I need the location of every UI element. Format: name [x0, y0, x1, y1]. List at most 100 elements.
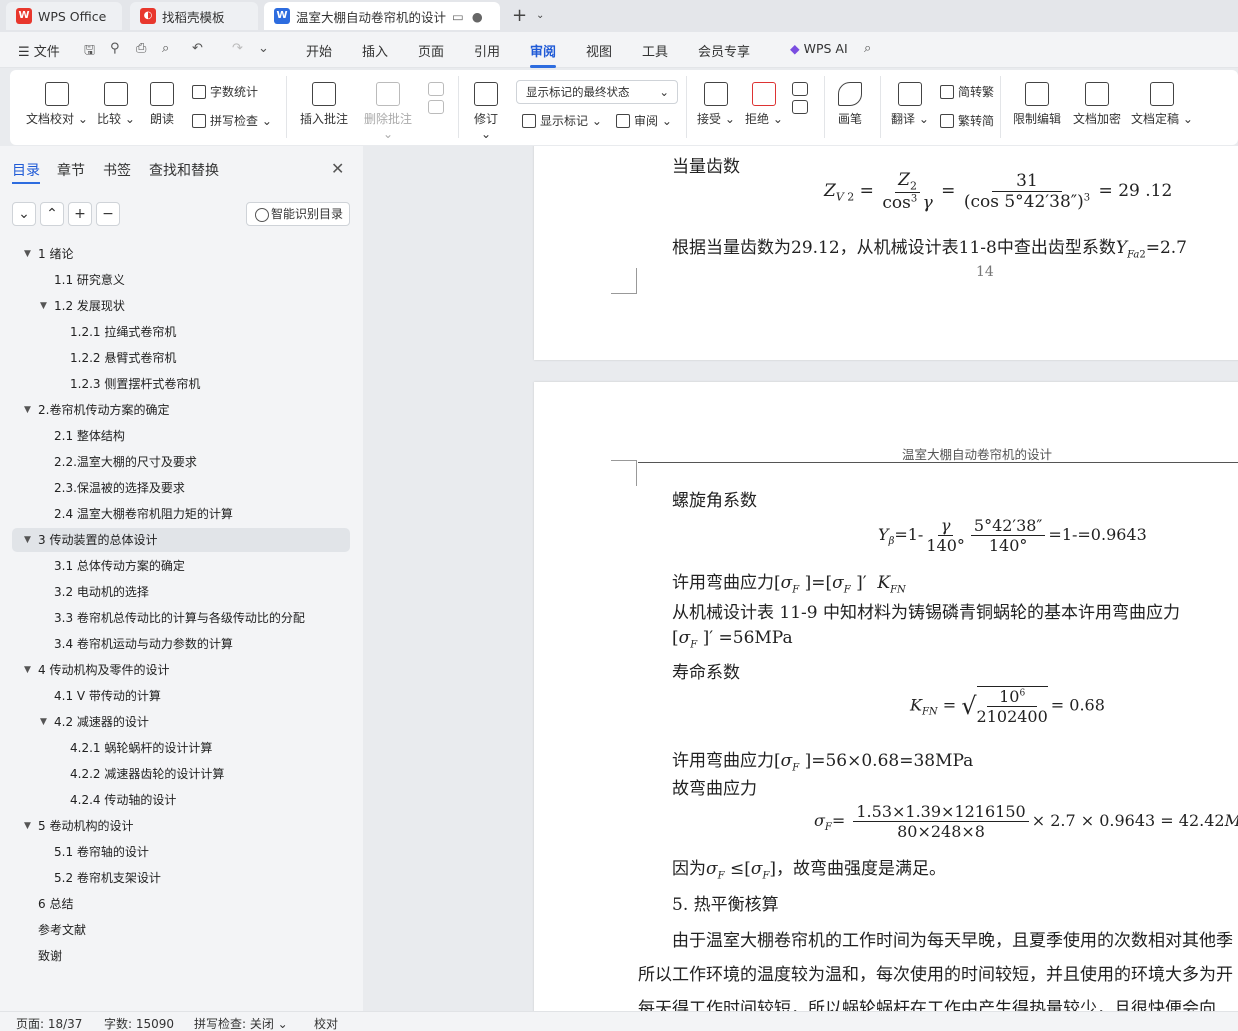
toc-item[interactable]: ▼ 4.2 减速器的设计	[12, 710, 350, 734]
expand-toggle-icon[interactable]: ▼	[40, 294, 47, 318]
toc-item[interactable]: ▼ 5 卷动机构的设计	[12, 814, 350, 838]
toc-item[interactable]: 5.1 卷帘轴的设计	[12, 840, 350, 864]
expand-toggle-icon[interactable]: ▼	[24, 814, 31, 838]
change-nav-buttons[interactable]	[788, 82, 812, 118]
toc-item[interactable]: 3.2 电动机的选择	[12, 580, 350, 604]
toc-item[interactable]: 3.3 卷帘机总传动比的计算与各级传动比的分配	[12, 606, 350, 630]
expand-toggle-icon[interactable]: ▼	[24, 528, 31, 552]
save-icon[interactable]: 🖫	[84, 41, 95, 63]
toc-item[interactable]: 参考文献	[12, 918, 350, 942]
toc-item-label: 3.2 电动机的选择	[54, 585, 149, 599]
read-aloud-button[interactable]: 朗读	[144, 82, 180, 127]
finalize-button[interactable]: 文档定稿 ⌄	[1130, 82, 1194, 127]
toc-item[interactable]: 1.2.2 悬臂式卷帘机	[12, 346, 350, 370]
close-icon[interactable]: ✕	[331, 159, 344, 178]
tab-wps-office[interactable]: W WPS Office	[6, 2, 122, 30]
wps-ai-button[interactable]: ◆ WPS AI	[790, 41, 848, 56]
revise-button[interactable]: 修订 ⌄	[468, 82, 504, 141]
pen-icon	[838, 82, 862, 106]
pen-button[interactable]: 画笔	[832, 82, 868, 127]
toc-item[interactable]: 3.1 总体传动方案的确定	[12, 554, 350, 578]
word-count[interactable]: 字数: 15090	[104, 1015, 174, 1031]
insert-comment-button[interactable]: 插入批注	[298, 82, 350, 127]
translate-button[interactable]: 翻译 ⌄	[890, 82, 930, 127]
expand-toggle-icon[interactable]: ▼	[24, 658, 31, 682]
comment-nav-buttons[interactable]	[424, 82, 448, 118]
reject-button[interactable]: 拒绝 ⌄	[744, 82, 784, 127]
menu-review[interactable]: 审阅	[530, 41, 556, 60]
toc-item[interactable]: ▼ 3 传动装置的总体设计	[12, 528, 350, 552]
toc-item[interactable]: 致谢	[12, 944, 350, 968]
compare-button[interactable]: 比较 ⌄	[96, 82, 136, 127]
add-heading-button[interactable]: +	[68, 202, 92, 226]
tab-find-replace[interactable]: 查找和替换	[149, 160, 219, 180]
spellcheck-status[interactable]: 拼写检查: 关闭 ⌄	[194, 1015, 288, 1031]
menu-tools[interactable]: 工具	[642, 41, 668, 60]
toc-item[interactable]: 2.4 温室大棚卷帘机阻力矩的计算	[12, 502, 350, 526]
file-menu[interactable]: ☰ 文件	[18, 41, 60, 60]
simp-to-trad-button[interactable]: 简转繁	[940, 83, 994, 100]
print-icon[interactable]: ⎙	[136, 41, 146, 56]
word-count-button[interactable]: 字数统计	[192, 83, 258, 100]
menu-member[interactable]: 会员专享	[698, 41, 750, 60]
tab-template[interactable]: ◐ 找稻壳模板	[130, 2, 258, 30]
search-icon[interactable]: ⌕	[864, 41, 871, 56]
undo-icon[interactable]: ↶	[192, 41, 203, 56]
tab-menu-chevron-icon[interactable]: ⌄	[536, 10, 544, 21]
toc-item[interactable]: 3.4 卷帘机运动与动力参数的计算	[12, 632, 350, 656]
show-marks-button[interactable]: 显示标记 ⌄	[522, 112, 602, 129]
window-icon[interactable]: ▭	[452, 9, 464, 24]
encrypt-button[interactable]: 文档加密	[1070, 82, 1124, 127]
delete-comment-button[interactable]: 删除批注 ⌄	[358, 82, 418, 141]
menu-home[interactable]: 开始	[306, 41, 332, 60]
toc-item[interactable]: 2.1 整体结构	[12, 424, 350, 448]
expand-toggle-icon[interactable]: ▼	[40, 710, 47, 734]
toc-item[interactable]: ▼ 1 绪论	[12, 242, 350, 266]
tab-toc[interactable]: 目录	[12, 160, 40, 180]
toc-item[interactable]: 1.2.1 拉绳式卷帘机	[12, 320, 350, 344]
print-preview-icon[interactable]: ⌕	[162, 41, 169, 56]
share-icon[interactable]: ⚲	[110, 41, 120, 56]
toc-item[interactable]: 4.2.1 蜗轮蜗杆的设计计算	[12, 736, 350, 760]
smart-toc-button[interactable]: 智能识别目录	[246, 202, 350, 226]
toc-item[interactable]: ▼ 4 传动机构及零件的设计	[12, 658, 350, 682]
expand-toggle-icon[interactable]: ▼	[24, 242, 31, 266]
review-pane-button[interactable]: 审阅 ⌄	[616, 112, 672, 129]
toc-item[interactable]: 5.2 卷帘机支架设计	[12, 866, 350, 890]
proofread-button[interactable]: 文档校对 ⌄	[26, 82, 88, 127]
toc-item[interactable]: 4.2.2 减速器齿轮的设计计算	[12, 762, 350, 786]
expand-up-button[interactable]: ⌃	[40, 202, 64, 226]
proof-status[interactable]: 校对	[314, 1015, 338, 1031]
expand-toggle-icon[interactable]: ▼	[24, 398, 31, 422]
menu-insert[interactable]: 插入	[362, 41, 388, 60]
label: 接受	[697, 112, 722, 126]
page-indicator[interactable]: 页面: 18/37	[16, 1015, 82, 1031]
trad-to-simp-button[interactable]: 繁转简	[940, 112, 994, 129]
tab-sections[interactable]: 章节	[57, 160, 85, 180]
collapse-all-button[interactable]: ⌄	[12, 202, 36, 226]
toc-item[interactable]: 2.3.保温被的选择及要求	[12, 476, 350, 500]
toc-item[interactable]: 4.2.4 传动轴的设计	[12, 788, 350, 812]
restrict-edit-button[interactable]: 限制编辑	[1010, 82, 1064, 127]
menu-view[interactable]: 视图	[586, 41, 612, 60]
menu-references[interactable]: 引用	[474, 41, 500, 60]
toc-item[interactable]: 6 总结	[12, 892, 350, 916]
markup-state-select[interactable]: 显示标记的最终状态 ⌄	[516, 80, 678, 104]
redo-icon[interactable]: ↷	[232, 41, 243, 56]
word-count-icon	[192, 84, 206, 99]
toc-item[interactable]: 1.2.3 侧置摆杆式卷帘机	[12, 372, 350, 396]
menu-page[interactable]: 页面	[418, 41, 444, 60]
spellcheck-button[interactable]: 拼写检查 ⌄	[192, 112, 272, 129]
toc-item[interactable]: 4.1 V 带传动的计算	[12, 684, 350, 708]
close-dot-icon[interactable]: ●	[472, 9, 483, 24]
toc-item[interactable]: ▼ 1.2 发展现状	[12, 294, 350, 318]
remove-heading-button[interactable]: −	[96, 202, 120, 226]
toc-item[interactable]: ▼ 2.卷帘机传动方案的确定	[12, 398, 350, 422]
accept-button[interactable]: 接受 ⌄	[696, 82, 736, 127]
new-tab-button[interactable]: +	[512, 5, 527, 26]
toc-item[interactable]: 1.1 研究意义	[12, 268, 350, 292]
toc-item[interactable]: 2.2.温室大棚的尺寸及要求	[12, 450, 350, 474]
more-chevron-icon[interactable]: ⌄	[258, 41, 269, 56]
tab-bookmarks[interactable]: 书签	[103, 160, 131, 180]
tab-document[interactable]: W 温室大棚自动卷帘机的设计 毕 ▭ ●	[264, 2, 500, 30]
